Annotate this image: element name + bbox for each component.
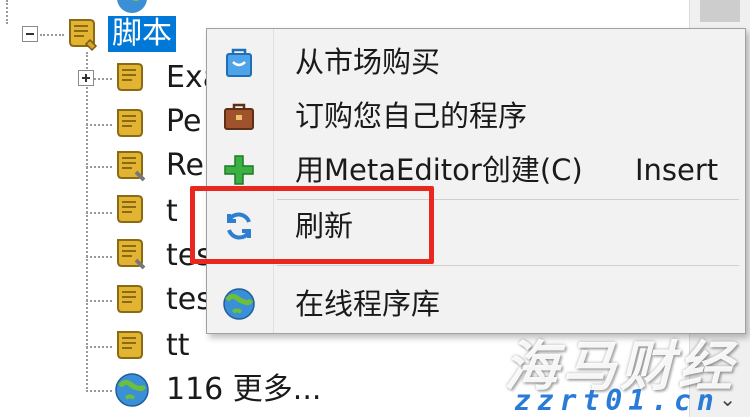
tree-item[interactable]: Pe [166, 104, 201, 140]
tree-item[interactable]: t [166, 194, 178, 230]
script-icon [117, 239, 146, 270]
briefcase-icon [224, 103, 254, 130]
menu-item-order-own-program[interactable]: 订购您自己的程序 [207, 91, 745, 141]
expand-toggle[interactable] [78, 70, 94, 86]
tree-item-more[interactable]: 116 更多... [166, 372, 321, 408]
script-icon [117, 109, 143, 137]
market-bag-icon [226, 48, 252, 77]
script-folder-icon [69, 19, 98, 52]
tree-item[interactable]: Re [166, 148, 204, 184]
context-menu: 从市场购买 订购您自己的程序 用MetaEditor创建(C) Insert 刷… [206, 28, 746, 334]
shortcut-insert: Insert [635, 153, 719, 187]
script-icon [117, 285, 143, 313]
collapse-toggle[interactable] [22, 26, 38, 42]
script-icon [117, 195, 143, 223]
highlight-annotation [190, 186, 434, 264]
scrollbar-thumb[interactable] [700, 0, 740, 22]
watermark-url: zzrt01.cn [514, 384, 720, 417]
tree-item[interactable]: tes [166, 282, 212, 318]
script-icon [117, 151, 146, 182]
tree-root-label: 脚本 [108, 16, 176, 52]
menu-separator [277, 265, 739, 266]
menu-item-buy-from-market[interactable]: 从市场购买 [207, 37, 745, 87]
globe-icon [115, 373, 149, 407]
green-plus-icon [224, 155, 254, 185]
tree-item[interactable]: tt [166, 328, 190, 364]
globe-icon [223, 288, 255, 320]
tree-root-scripts[interactable]: 脚本 [108, 16, 176, 52]
script-icon [117, 331, 143, 359]
script-icon [117, 63, 143, 91]
